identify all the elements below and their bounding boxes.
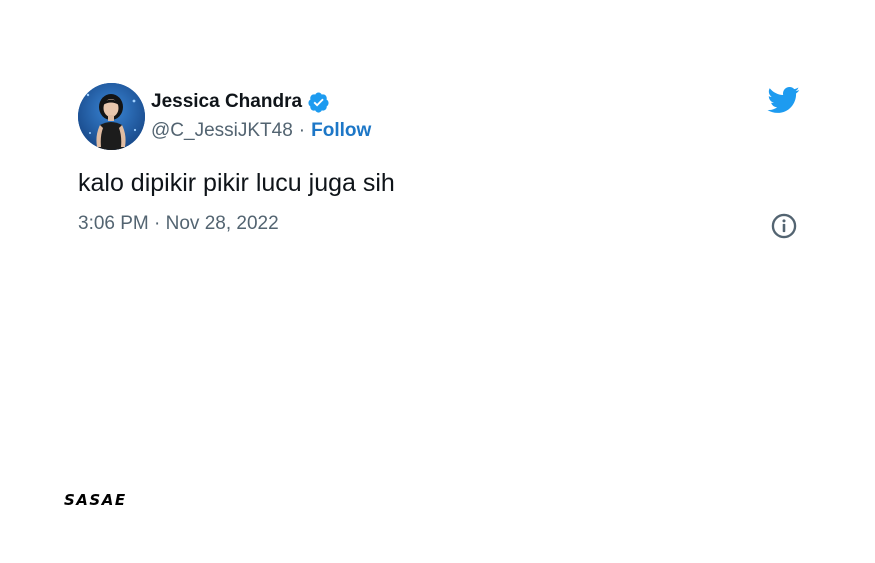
- tweet-timestamp[interactable]: 3:06 PM · Nov 28, 2022: [78, 213, 279, 235]
- verified-badge-icon: [307, 91, 330, 114]
- tweet-text: kalo dipikir pikir lucu juga sih: [78, 169, 395, 197]
- author-handle-row: @C_JessiJKT48 · Follow: [151, 119, 371, 143]
- svg-text:SASAE: SASAE: [64, 491, 127, 509]
- author-handle[interactable]: @C_JessiJKT48: [151, 120, 293, 142]
- follow-button[interactable]: Follow: [311, 120, 371, 142]
- avatar[interactable]: [78, 83, 145, 150]
- tweet-card: Jessica Chandra @C_JessiJKT48 · Follow k…: [0, 0, 875, 563]
- sasae-watermark-logo: SASAE: [63, 491, 149, 509]
- twitter-bird-icon[interactable]: [766, 86, 800, 114]
- handle-separator: ·: [298, 120, 306, 141]
- author-display-name[interactable]: Jessica Chandra: [151, 91, 302, 113]
- author-name-row: Jessica Chandra: [151, 90, 330, 114]
- info-icon[interactable]: [770, 212, 798, 240]
- avatar-image: [78, 83, 145, 150]
